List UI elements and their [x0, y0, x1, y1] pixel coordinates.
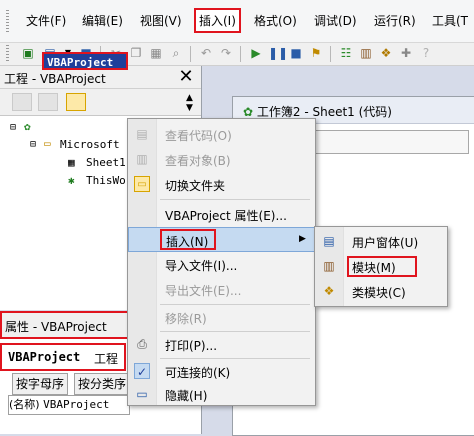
menu-separator: [160, 199, 310, 200]
folder-icon: ▭: [134, 176, 150, 192]
userform-icon: ▤: [323, 234, 335, 248]
stop-icon[interactable]: ■: [288, 45, 304, 61]
menu-tools[interactable]: 工具(T: [432, 12, 468, 29]
toolbar-separator: [190, 46, 191, 62]
pause-icon[interactable]: ❚❚: [268, 45, 288, 61]
run-icon[interactable]: ▶: [248, 45, 264, 61]
project-icon: ✿: [24, 120, 31, 133]
menu-item-label: 打印(P)...: [165, 339, 218, 353]
menu-item-project-properties[interactable]: VBAProject 属性(E)...: [128, 202, 315, 227]
menu-item-remove[interactable]: 移除(R): [128, 305, 315, 330]
insert-submenu: ▤ 用户窗体(U) ▥ 模块(M) ❖ 类模块(C): [314, 226, 448, 307]
menu-item-label: 可连接的(K): [165, 366, 231, 380]
help-icon[interactable]: ?: [418, 45, 434, 61]
class-module-icon: ❖: [323, 284, 335, 298]
toggle-folders-icon[interactable]: [66, 93, 86, 111]
tab-alphabetic[interactable]: 按字母序: [12, 373, 69, 395]
menu-file[interactable]: 文件(F): [26, 12, 66, 29]
sheet-icon: ▦: [68, 156, 75, 169]
object-name: VBAProject: [8, 350, 81, 364]
menu-item-hide[interactable]: ▭ 隐藏(H): [128, 382, 315, 407]
object-browser-icon[interactable]: ❖: [378, 45, 394, 61]
close-icon[interactable]: ✕: [175, 67, 197, 87]
project-explorer-toolbar: ▲ ▼: [0, 89, 201, 116]
tree-node-vbaproject[interactable]: VBAProject: [42, 52, 128, 70]
menu-item-import-file[interactable]: 导入文件(I)...: [128, 252, 315, 277]
toolbox-icon[interactable]: ✚: [398, 45, 414, 61]
menu-item-label: 查看代码(O): [165, 129, 232, 143]
menu-item-view-code[interactable]: ▤ 查看代码(O): [128, 122, 315, 147]
property-row-name[interactable]: (名称) VBAProject: [8, 395, 130, 415]
menu-item-view-object[interactable]: ▥ 查看对象(B): [128, 147, 315, 172]
menu-item-module[interactable]: ▥ 模块(M): [315, 254, 447, 279]
menu-item-label: 移除(R): [165, 312, 207, 326]
toolbar-grip[interactable]: [6, 45, 9, 63]
object-selector[interactable]: VBAProject 工程: [0, 343, 126, 371]
print-icon: ⎙: [137, 337, 147, 351]
redo-icon[interactable]: ↷: [218, 45, 234, 61]
copy-icon[interactable]: ❐: [128, 45, 144, 61]
undo-icon[interactable]: ↶: [198, 45, 214, 61]
menu-item-label: 类模块(C): [352, 286, 406, 300]
menu-bar: 文件(F) 编辑(E) 视图(V) 插入(I) 格式(O) 调试(D) 运行(R…: [0, 0, 474, 43]
property-value: VBAProject: [43, 398, 110, 411]
menu-insert[interactable]: 插入(I): [194, 8, 241, 33]
collapse-icon[interactable]: ⊟: [30, 139, 36, 150]
menu-view[interactable]: 视图(V): [140, 12, 182, 29]
excel-view-icon[interactable]: ▣: [20, 45, 36, 61]
code-window-title-text: 工作簿2 - Sheet1 (代码): [256, 105, 392, 119]
menu-edit[interactable]: 编辑(E): [82, 12, 123, 29]
insert-highlight-box: [160, 229, 216, 250]
toolbar-separator: [330, 46, 331, 62]
find-icon[interactable]: ⌕: [168, 45, 184, 61]
module-icon: ▥: [323, 259, 335, 273]
menu-item-label: VBAProject 属性(E)...: [165, 209, 287, 223]
tree-node-thisworkbook[interactable]: ThisWo: [86, 174, 126, 187]
view-object-icon[interactable]: [38, 93, 58, 111]
code-icon: ▤: [136, 127, 148, 141]
menu-item-label: 隐藏(H): [165, 389, 208, 403]
project-explorer-title: 工程 - VBAProject: [4, 72, 106, 86]
design-mode-icon[interactable]: ⚑: [308, 45, 324, 61]
menu-item-dockable[interactable]: ✓ 可连接的(K): [128, 359, 315, 384]
project-context-menu: ▤ 查看代码(O) ▥ 查看对象(B) ▭ 切换文件夹 VBAProject 属…: [127, 118, 316, 406]
object-type: 工程: [94, 352, 119, 366]
property-name: (名称): [9, 398, 40, 411]
workbook-icon: ✱: [68, 174, 75, 187]
menu-item-userform[interactable]: ▤ 用户窗体(U): [315, 229, 447, 254]
folder-icon: ▭: [44, 137, 51, 150]
tree-node-microsoft-objects[interactable]: Microsoft: [60, 138, 120, 151]
menu-item-label: 用户窗体(U): [352, 236, 419, 250]
properties-window-icon[interactable]: ▥: [358, 45, 374, 61]
tab-categorized[interactable]: 按分类序: [74, 373, 131, 395]
tree-node-sheet1[interactable]: Sheet1: [86, 156, 126, 169]
hide-icon: ▭: [136, 387, 148, 401]
menu-item-print[interactable]: ⎙ 打印(P)...: [128, 332, 315, 357]
submenu-arrow-icon: ▶: [299, 234, 306, 244]
object-icon: ▥: [136, 152, 148, 166]
module-icon: ✿: [243, 105, 254, 119]
scroll-icon[interactable]: ▲ ▼: [186, 93, 193, 113]
menu-item-toggle-folders[interactable]: ▭ 切换文件夹: [128, 172, 315, 197]
collapse-icon[interactable]: ⊟: [10, 122, 16, 133]
menu-item-label: 导入文件(I)...: [165, 259, 238, 273]
menu-debug[interactable]: 调试(D): [314, 12, 357, 29]
project-explorer-icon[interactable]: ☷: [338, 45, 354, 61]
view-code-icon[interactable]: [12, 93, 32, 111]
menu-item-insert[interactable]: 插入(N) ▶: [128, 227, 315, 252]
module-highlight-box: [347, 256, 417, 277]
menu-run[interactable]: 运行(R): [374, 12, 416, 29]
toolbar-separator: [240, 46, 241, 62]
menu-format[interactable]: 格式(O): [254, 12, 297, 29]
menu-item-label: 导出文件(E)...: [165, 284, 242, 298]
menu-item-label: 查看对象(B): [165, 154, 231, 168]
menu-item-class-module[interactable]: ❖ 类模块(C): [315, 279, 447, 304]
menubar-grip[interactable]: [6, 10, 9, 32]
menu-item-label: 切换文件夹: [165, 179, 226, 193]
paste-icon[interactable]: ▦: [148, 45, 164, 61]
check-icon: ✓: [134, 363, 150, 379]
menu-item-export-file[interactable]: 导出文件(E)...: [128, 277, 315, 302]
properties-title: 属性 - VBAProject: [5, 320, 107, 334]
